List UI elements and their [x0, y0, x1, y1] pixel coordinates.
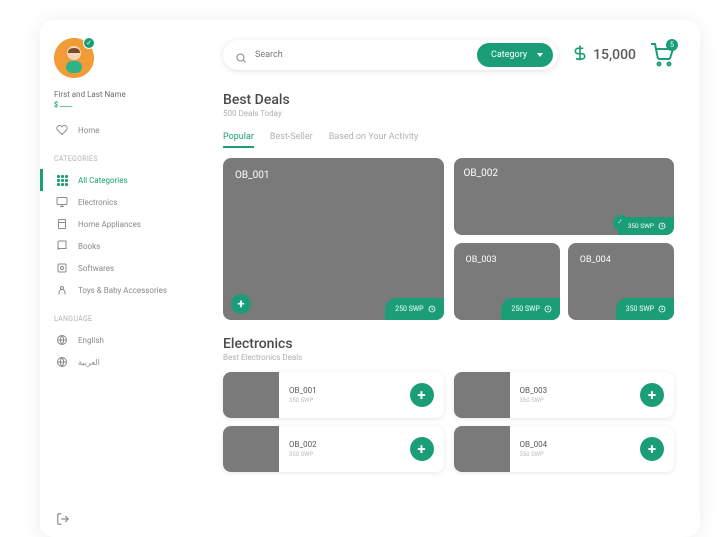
product-row[interactable]: OB_003 350 SWP + — [454, 372, 675, 418]
section-subtitle: Best Electronics Deals — [223, 353, 674, 362]
sidebar-section-categories: CATEGORIES — [54, 155, 185, 163]
clock-icon — [544, 305, 552, 313]
price-tag: 250 SWP — [385, 298, 443, 320]
deal-title: OB_001 — [235, 170, 432, 181]
product-price: 350 SWP — [289, 397, 400, 404]
sidebar-item-home[interactable]: Home — [54, 119, 185, 141]
cart-button[interactable]: 5 — [650, 43, 674, 67]
product-price: 350 SWP — [289, 451, 400, 458]
product-thumb — [223, 426, 279, 472]
sidebar: First and Last Name ــــــ Home CATEGORI… — [40, 20, 195, 537]
search-bar: Category — [223, 40, 558, 70]
chevron-down-icon — [537, 53, 543, 57]
deals-tabs: Popular Best-Seller Based on Your Activi… — [223, 132, 674, 148]
section-title: Electronics — [223, 336, 674, 352]
tab-best-seller[interactable]: Best-Seller — [270, 132, 313, 148]
search-icon — [235, 49, 247, 61]
globe-icon — [56, 356, 68, 368]
electronics-grid: OB_001 350 SWP + OB_002 350 SWP + OB_003 35… — [223, 372, 674, 480]
deal-title: OB_002 — [464, 168, 665, 179]
globe-icon — [56, 334, 68, 346]
sidebar-item-label: English — [78, 336, 104, 345]
deal-title: OB_003 — [466, 255, 548, 265]
product-price: 350 SWP — [520, 451, 631, 458]
sidebar-item-label: Home Appliances — [78, 220, 141, 229]
avatar[interactable] — [54, 38, 94, 78]
product-thumb — [223, 372, 279, 418]
cart-count-badge: 5 — [666, 39, 678, 51]
software-icon — [56, 262, 68, 274]
add-button[interactable]: + — [231, 294, 251, 314]
app-window: First and Last Name ــــــ Home CATEGORI… — [40, 20, 700, 537]
clock-icon — [428, 305, 436, 313]
sidebar-item-label: Toys & Baby Accessories — [78, 286, 167, 295]
clock-icon — [658, 305, 666, 313]
tab-activity[interactable]: Based on Your Activity — [329, 132, 419, 148]
sidebar-item-label: Electronics — [78, 198, 117, 207]
add-button[interactable]: + — [410, 437, 434, 461]
main-content: Category 15,000 5 Best Deals 500 Deals T… — [195, 20, 700, 537]
add-button[interactable]: + — [640, 383, 664, 407]
price-tag: 250 SWP — [501, 298, 559, 320]
sidebar-item-english[interactable]: English — [54, 329, 185, 351]
sidebar-section-language: LANGUAGE — [54, 315, 185, 323]
balance-amount: 15,000 — [593, 47, 636, 63]
sidebar-item-label: Books — [78, 242, 100, 251]
grid-icon — [56, 174, 68, 186]
monitor-icon — [56, 196, 68, 208]
product-row[interactable]: OB_002 350 SWP + — [223, 426, 444, 472]
product-thumb — [454, 426, 510, 472]
search-input[interactable] — [255, 50, 477, 60]
deal-title: OB_004 — [580, 255, 662, 265]
product-price: 350 SWP — [520, 397, 631, 404]
electronics-header: Electronics Best Electronics Deals — [223, 336, 674, 362]
book-icon — [56, 240, 68, 252]
deal-card[interactable]: OB_004 350 SWP — [568, 243, 674, 320]
sidebar-item-electronics[interactable]: Electronics — [54, 191, 185, 213]
sidebar-item-home-appliances[interactable]: Home Appliances — [54, 213, 185, 235]
section-subtitle: 500 Deals Today — [223, 109, 674, 118]
sidebar-item-arabic[interactable]: العربية — [54, 351, 185, 373]
sidebar-item-all-categories[interactable]: All Categories — [54, 169, 185, 191]
verified-check-icon — [83, 37, 95, 49]
sidebar-item-label: All Categories — [78, 176, 128, 185]
best-deals-header: Best Deals 500 Deals Today — [223, 92, 674, 118]
product-name: OB_004 — [520, 440, 631, 449]
logout-button[interactable] — [56, 511, 70, 525]
sidebar-item-softwares[interactable]: Softwares — [54, 257, 185, 279]
topbar: Category 15,000 5 — [223, 40, 674, 70]
balance-display: 15,000 — [572, 43, 636, 67]
clock-icon — [658, 222, 666, 230]
category-label: Category — [491, 50, 527, 60]
tab-popular[interactable]: Popular — [223, 132, 254, 148]
sidebar-item-books[interactable]: Books — [54, 235, 185, 257]
appliance-icon — [56, 218, 68, 230]
sidebar-item-toys[interactable]: Toys & Baby Accessories — [54, 279, 185, 301]
price-tag: 350 SWP — [616, 298, 674, 320]
price-tag: 350 SWP — [618, 217, 674, 235]
product-row[interactable]: OB_001 350 SWP + — [223, 372, 444, 418]
deal-card[interactable]: OB_001 + 250 SWP — [223, 158, 444, 320]
sidebar-item-label: العربية — [78, 358, 100, 367]
deals-grid: OB_001 + 250 SWP OB_002 + 350 SWP — [223, 158, 674, 320]
currency-icon — [572, 43, 588, 67]
user-name: First and Last Name — [54, 90, 185, 99]
user-balance-small: ــــــ — [54, 101, 185, 109]
toy-icon — [56, 284, 68, 296]
sidebar-item-label: Softwares — [78, 264, 114, 273]
product-name: OB_002 — [289, 440, 400, 449]
add-button[interactable]: + — [410, 383, 434, 407]
section-title: Best Deals — [223, 92, 674, 108]
deal-card[interactable]: OB_002 + 350 SWP — [454, 158, 675, 235]
heart-icon — [56, 124, 68, 136]
product-name: OB_003 — [520, 386, 631, 395]
product-row[interactable]: OB_004 350 SWP + — [454, 426, 675, 472]
sidebar-item-label: Home — [78, 126, 100, 135]
deal-card[interactable]: OB_003 250 SWP — [454, 243, 560, 320]
product-name: OB_001 — [289, 386, 400, 395]
product-thumb — [454, 372, 510, 418]
category-dropdown[interactable]: Category — [477, 43, 553, 67]
add-button[interactable]: + — [640, 437, 664, 461]
